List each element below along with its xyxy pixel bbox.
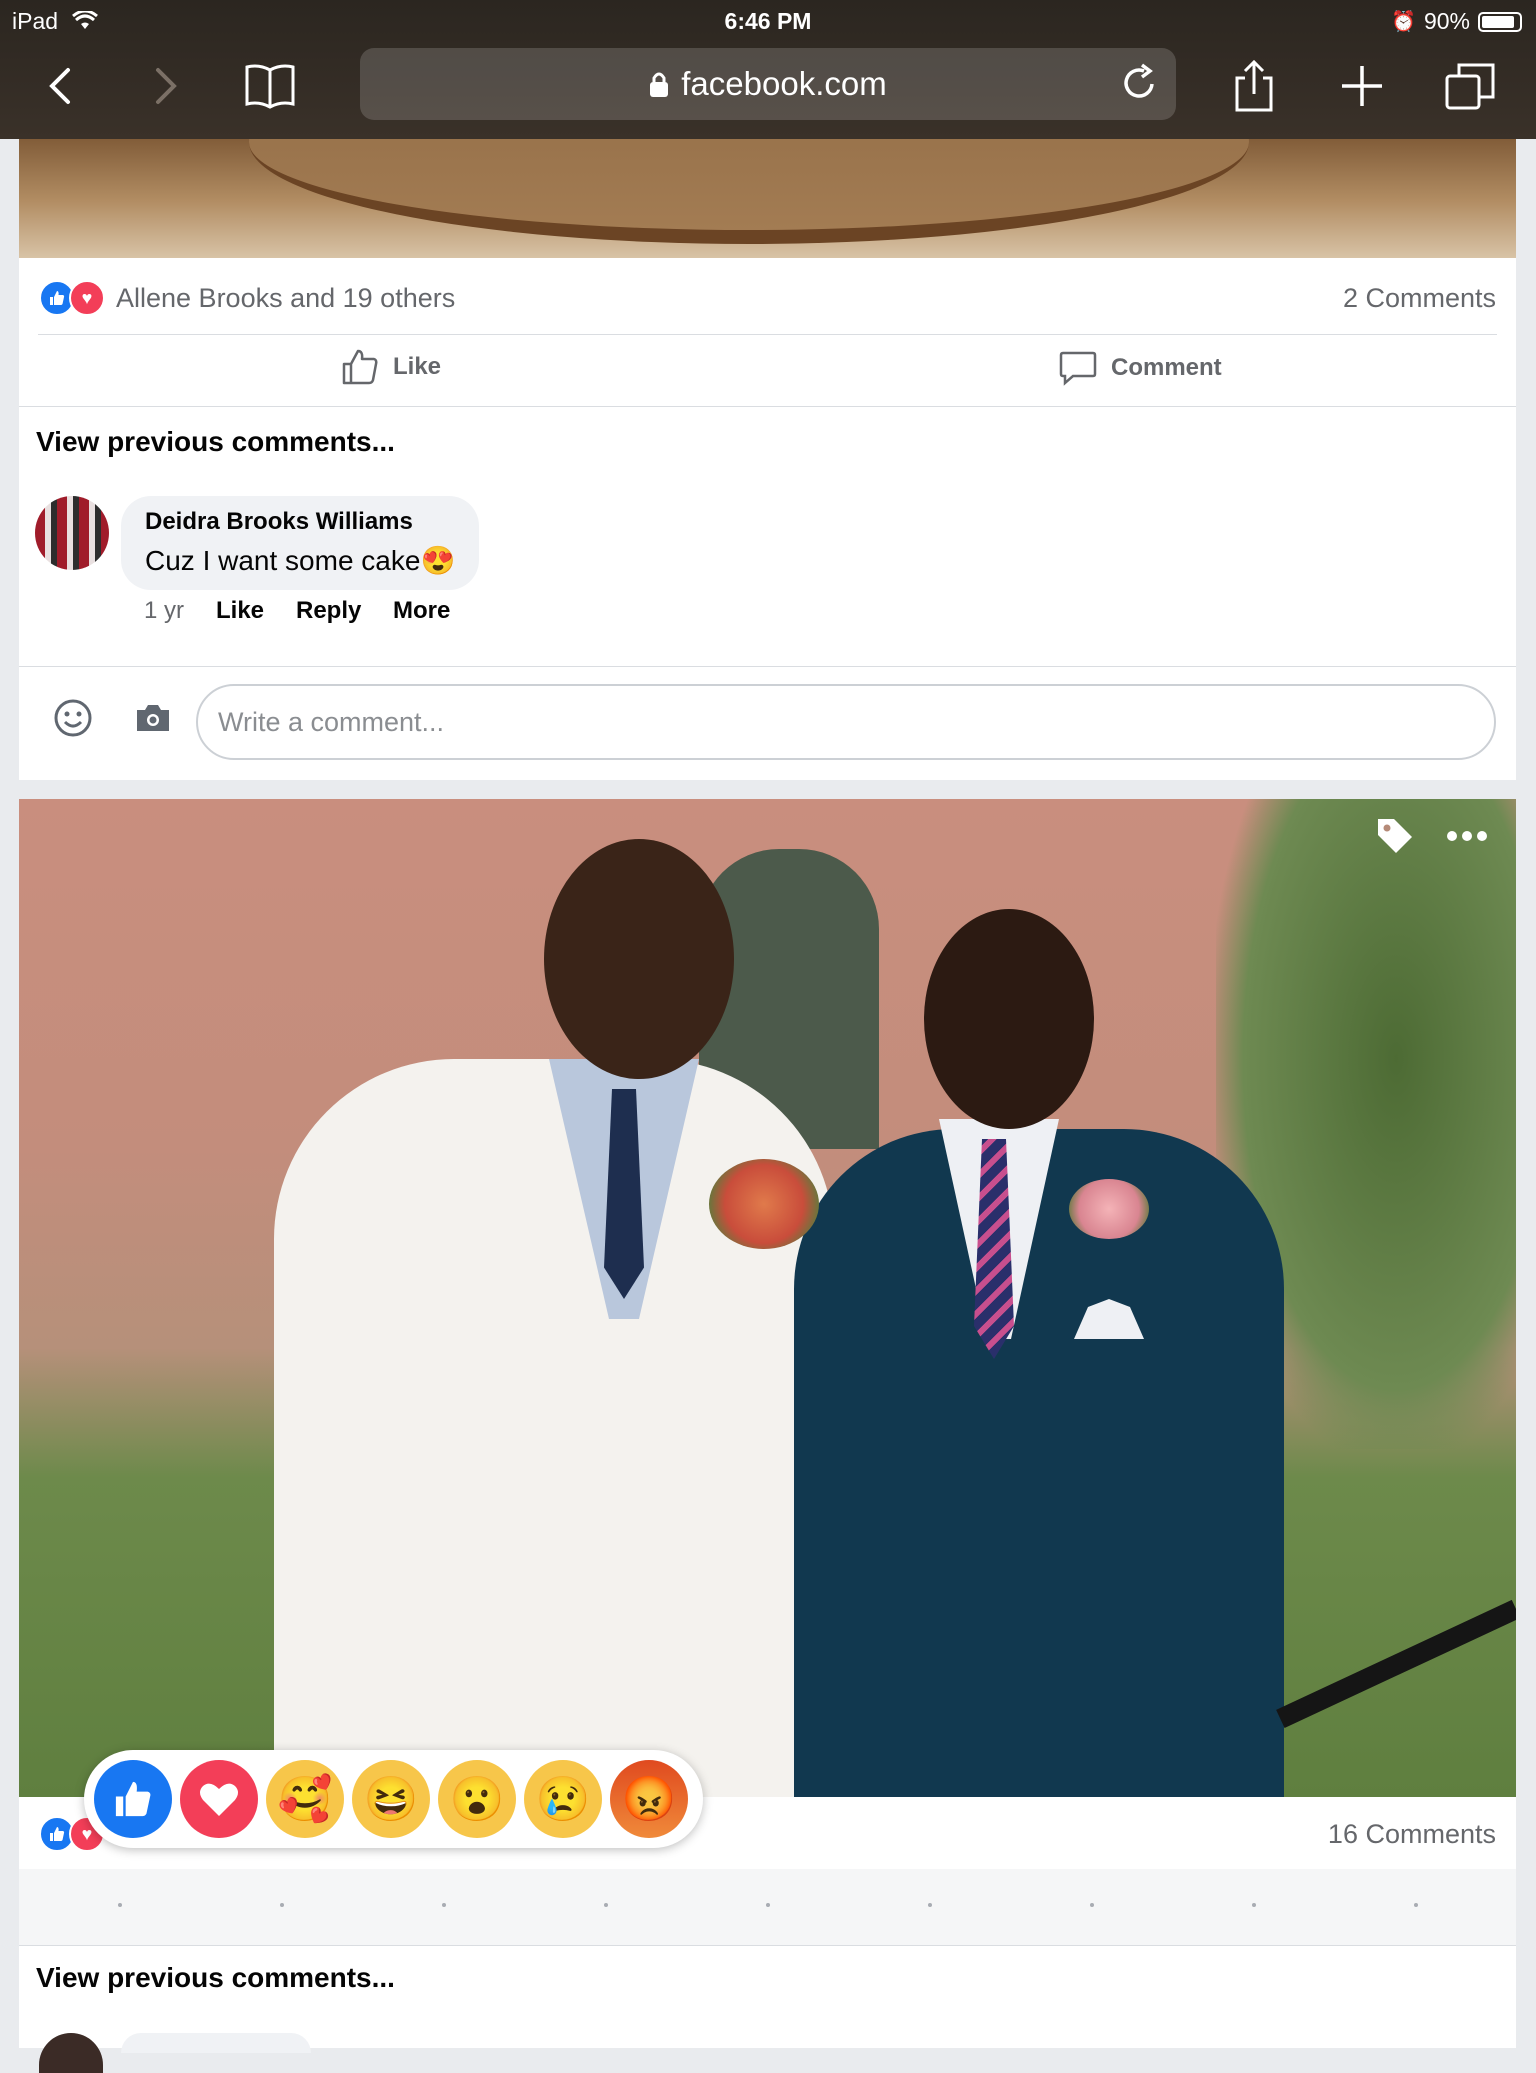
back-button[interactable] <box>32 58 88 114</box>
comment-text: Cuz I want some cake <box>145 545 421 576</box>
url-text: facebook.com <box>681 65 887 102</box>
comment-author[interactable]: Deidra Brooks Williams <box>145 508 413 536</box>
comment-bubble[interactable] <box>121 2033 311 2053</box>
divider <box>38 334 1497 335</box>
browser-chrome: iPad 6:46 PM ⏰ 90% facebook.com <box>0 0 1536 139</box>
bookmarks-button[interactable] <box>242 58 298 114</box>
comment-placeholder: Write a comment... <box>218 706 445 737</box>
tabs-icon <box>1445 63 1495 110</box>
camera-button[interactable] <box>131 696 175 740</box>
separator-dot <box>1090 1903 1094 1907</box>
separator-dot <box>118 1903 122 1907</box>
like-button[interactable]: Like <box>341 348 441 386</box>
separator-dot <box>442 1903 446 1907</box>
chevron-right-icon <box>156 68 177 104</box>
like-reaction-button[interactable] <box>94 1760 172 1838</box>
battery-fill <box>1482 15 1514 28</box>
love-reaction-button[interactable] <box>180 1760 258 1838</box>
status-bar: iPad 6:46 PM ⏰ 90% <box>0 0 1536 40</box>
photo-boutonniere <box>1069 1179 1149 1239</box>
alarm-icon: ⏰ <box>1391 11 1416 33</box>
angry-emoji: 😡 <box>621 1775 677 1824</box>
haha-reaction-button[interactable]: 😆 <box>352 1760 430 1838</box>
camera-icon <box>137 705 169 731</box>
separator-dot <box>280 1903 284 1907</box>
view-previous-comments[interactable]: View previous comments... <box>36 1962 395 1994</box>
post-card-2: ♥ 16 Comments View previous comments... <box>19 799 1516 2073</box>
tag-icon[interactable] <box>1374 815 1416 857</box>
share-icon <box>1235 60 1273 112</box>
address-bar[interactable]: facebook.com <box>360 48 1176 120</box>
photo-head <box>924 909 1094 1129</box>
status-right: ⏰ 90% <box>1391 8 1522 35</box>
separator-dot <box>928 1903 932 1907</box>
chevron-left-icon <box>49 68 70 104</box>
care-reaction-button[interactable]: 🥰 <box>266 1760 344 1838</box>
haha-emoji: 😆 <box>363 1775 419 1824</box>
plus-icon <box>1342 66 1382 106</box>
comment-input[interactable]: Write a comment... <box>196 684 1496 760</box>
battery-icon <box>1478 11 1522 32</box>
comment-like-button[interactable]: Like <box>216 597 264 625</box>
lock-icon <box>650 72 669 97</box>
separator-dot <box>1414 1903 1418 1907</box>
comment-reply-button[interactable]: Reply <box>296 597 361 625</box>
sad-reaction-button[interactable]: 😢 <box>524 1760 602 1838</box>
post-photo-2[interactable] <box>19 799 1516 1797</box>
comment-bubble[interactable]: Deidra Brooks Williams Cuz I want some c… <box>121 496 479 590</box>
emoji-button[interactable] <box>51 696 95 740</box>
comments-count[interactable]: 16 Comments <box>1328 1819 1496 1850</box>
comments-count[interactable]: 2 Comments <box>1343 283 1496 314</box>
reactions-text[interactable]: Allene Brooks and 19 others <box>116 283 455 314</box>
care-emoji: 🥰 <box>277 1775 333 1824</box>
browser-toolbar: facebook.com <box>0 46 1536 124</box>
forward-button[interactable] <box>138 58 194 114</box>
heart-icon <box>200 1783 238 1816</box>
divider <box>19 406 1516 407</box>
more-options-icon[interactable] <box>1446 830 1488 842</box>
reaction-picker: 🥰 😆 😮 😢 😡 <box>84 1750 703 1848</box>
love-reaction-icon: ♥ <box>69 280 105 316</box>
divider <box>19 1945 1516 1946</box>
photo-person-blue-suit <box>794 1129 1284 1797</box>
avatar[interactable] <box>35 496 109 570</box>
action-bar-placeholder <box>19 1869 1516 1945</box>
share-button[interactable] <box>1226 58 1282 114</box>
separator-dot <box>766 1903 770 1907</box>
photo-railing <box>1276 1599 1516 1728</box>
battery-percent: 90% <box>1423 8 1470 34</box>
new-tab-button[interactable] <box>1334 58 1390 114</box>
angry-reaction-button[interactable]: 😡 <box>610 1760 688 1838</box>
avatar[interactable] <box>39 2033 103 2073</box>
reaction-icons: ♥ <box>39 280 105 316</box>
separator-dot <box>1252 1903 1256 1907</box>
wow-emoji: 😮 <box>449 1775 505 1824</box>
wow-reaction-button[interactable]: 😮 <box>438 1760 516 1838</box>
thumbs-up-icon <box>115 1781 151 1817</box>
comment-more-button[interactable]: More <box>393 597 450 625</box>
comment-icon <box>1059 351 1097 386</box>
photo-head <box>544 839 734 1079</box>
comment-button[interactable]: Comment <box>1059 350 1222 386</box>
comment-time[interactable]: 1 yr <box>144 597 184 625</box>
tabs-button[interactable] <box>1442 58 1498 114</box>
separator-dot <box>604 1903 608 1907</box>
view-previous-comments[interactable]: View previous comments... <box>36 426 395 458</box>
status-time: 6:46 PM <box>724 8 812 34</box>
reload-icon[interactable] <box>1120 62 1160 104</box>
like-label: Like <box>393 353 442 380</box>
comment-label: Comment <box>1111 354 1222 381</box>
reaction-summary[interactable]: ♥ Allene Brooks and 19 others 2 Comments <box>19 261 1516 335</box>
comment-text-wrap: Cuz I want some cake😍 <box>145 544 455 577</box>
book-icon <box>245 64 295 109</box>
photo-boutonniere <box>709 1159 819 1249</box>
thumbs-up-icon <box>342 349 378 385</box>
sad-emoji: 😢 <box>535 1775 591 1824</box>
smiley-icon <box>54 699 92 737</box>
divider <box>19 666 1516 667</box>
photo-actions <box>1374 815 1488 857</box>
heart-eyes-emoji: 😍 <box>420 545 456 576</box>
